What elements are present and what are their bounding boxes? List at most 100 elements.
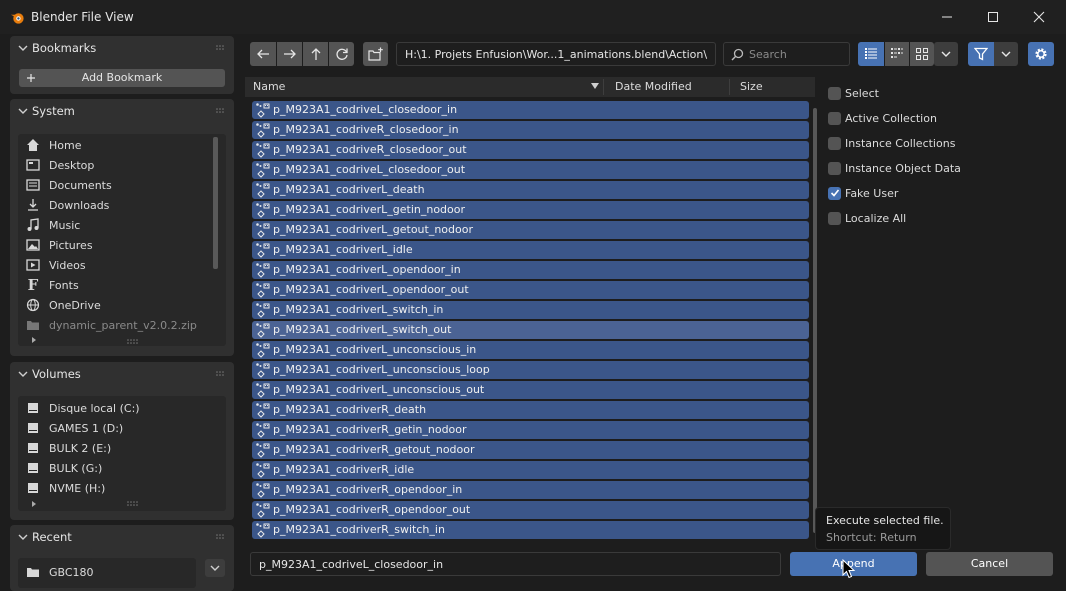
file-row[interactable]: p_M923A1_codriveR_closedoor_in — [252, 121, 809, 139]
checkbox[interactable] — [828, 161, 841, 175]
checkbox[interactable] — [828, 86, 841, 100]
column-date-header[interactable]: Date Modified — [615, 80, 692, 93]
directory-path-input[interactable]: H:\1. Projets Enfusion\Wor...1_animation… — [396, 42, 716, 66]
system-item-home[interactable]: Home — [18, 135, 208, 155]
file-row[interactable]: p_M923A1_codriverL_getout_nodoor — [252, 221, 809, 239]
volume-item-g[interactable]: BULK (G:) — [18, 458, 208, 478]
file-row[interactable]: p_M923A1_codriverL_switch_in — [252, 301, 809, 319]
file-row[interactable]: p_M923A1_codriverR_getin_nodoor — [252, 421, 809, 439]
system-item-documents[interactable]: Documents — [18, 175, 208, 195]
system-item-downloads[interactable]: Downloads — [18, 195, 208, 215]
checkbox[interactable] — [828, 136, 841, 150]
file-name: p_M923A1_codriverL_switch_out — [273, 323, 452, 336]
file-row[interactable]: p_M923A1_codriveL_closedoor_out — [252, 161, 809, 179]
bookmarks-header[interactable]: Bookmarks — [10, 36, 234, 60]
resize-grip-icon[interactable] — [127, 501, 139, 507]
maximize-button[interactable] — [970, 4, 1016, 30]
system-item-fonts[interactable]: F Fonts — [18, 275, 208, 295]
refresh-button[interactable] — [329, 42, 354, 66]
volumes-header[interactable]: Volumes — [10, 362, 234, 386]
drag-grip-icon[interactable] — [216, 534, 226, 540]
system-scrollbar[interactable] — [213, 137, 218, 269]
file-row[interactable]: p_M923A1_codriverL_unconscious_out — [252, 381, 809, 399]
file-row[interactable]: p_M923A1_codriverL_opendoor_in — [252, 261, 809, 279]
drag-grip-icon[interactable] — [216, 108, 226, 114]
column-size-header[interactable]: Size — [740, 80, 763, 93]
expand-arrow-icon[interactable] — [30, 336, 38, 344]
action-icon — [256, 463, 270, 478]
file-row[interactable]: p_M923A1_codriverL_death — [252, 181, 809, 199]
desktop-icon — [25, 157, 41, 173]
resize-grip-icon[interactable] — [127, 339, 139, 345]
option-select[interactable]: Select — [828, 84, 879, 102]
system-item-pictures[interactable]: Pictures — [18, 235, 208, 255]
option-instance-collections[interactable]: Instance Collections — [828, 134, 955, 152]
minimize-button[interactable] — [924, 4, 970, 30]
disk-icon — [25, 400, 41, 416]
option-fake-user[interactable]: Fake User — [828, 184, 898, 202]
add-bookmark-button[interactable]: Add Bookmark — [19, 69, 225, 87]
recent-header[interactable]: Recent — [10, 525, 234, 549]
file-row[interactable]: p_M923A1_codriverL_opendoor_out — [252, 281, 809, 299]
drag-grip-icon[interactable] — [216, 371, 226, 377]
file-row[interactable]: p_M923A1_codriverR_switch_in — [252, 521, 809, 539]
new-directory-button[interactable] — [363, 42, 388, 66]
volume-item-h[interactable]: NVME (H:) — [18, 478, 208, 498]
system-item-onedrive[interactable]: OneDrive — [18, 295, 208, 315]
display-settings-dropdown[interactable] — [934, 42, 958, 66]
file-row[interactable]: p_M923A1_codriverL_getin_nodoor — [252, 201, 809, 219]
volume-item-e[interactable]: BULK 2 (E:) — [18, 438, 208, 458]
option-instance-object-data[interactable]: Instance Object Data — [828, 159, 961, 177]
settings-button[interactable] — [1028, 42, 1054, 66]
system-item-zip[interactable]: dynamic_parent_v2.0.2.zip — [18, 315, 208, 335]
search-input[interactable]: Search — [723, 42, 850, 66]
option-label: Select — [845, 86, 879, 100]
filter-dropdown[interactable] — [994, 42, 1018, 66]
file-row[interactable]: p_M923A1_codriverR_opendoor_in — [252, 481, 809, 499]
vertical-list-button[interactable] — [858, 42, 884, 66]
vertical-list-icon — [865, 48, 877, 59]
option-active-collection[interactable]: Active Collection — [828, 109, 937, 127]
column-separator[interactable] — [729, 79, 730, 95]
expand-arrow-icon[interactable] — [30, 500, 38, 508]
column-name-header[interactable]: Name — [253, 80, 285, 93]
filter-toggle-button[interactable] — [968, 42, 994, 66]
option-label: Fake User — [845, 186, 899, 200]
system-item-desktop[interactable]: Desktop — [18, 155, 208, 175]
volume-item-d[interactable]: GAMES 1 (D:) — [18, 418, 208, 438]
cancel-button[interactable]: Cancel — [926, 552, 1053, 576]
file-row[interactable]: p_M923A1_codriverR_death — [252, 401, 809, 419]
horizontal-list-button[interactable] — [885, 42, 909, 66]
file-row[interactable]: p_M923A1_codriveL_closedoor_in — [252, 101, 809, 119]
close-button[interactable] — [1016, 4, 1062, 30]
chevron-down-icon — [941, 51, 951, 57]
recent-dropdown-button[interactable] — [205, 559, 225, 577]
file-row[interactable]: p_M923A1_codriverR_getout_nodoor — [252, 441, 809, 459]
checkbox[interactable] — [828, 211, 841, 225]
volume-item-c[interactable]: Disque local (C:) — [18, 398, 208, 418]
action-icon — [256, 143, 270, 158]
column-separator[interactable] — [603, 79, 604, 95]
file-row[interactable]: p_M923A1_codriverL_unconscious_in — [252, 341, 809, 359]
checkbox-checked[interactable] — [828, 186, 841, 200]
forward-button[interactable] — [277, 42, 302, 66]
parent-directory-button[interactable] — [303, 42, 328, 66]
file-row[interactable]: p_M923A1_codriveR_closedoor_out — [252, 141, 809, 159]
drag-grip-icon[interactable] — [216, 45, 226, 51]
back-button[interactable] — [250, 42, 276, 66]
file-row[interactable]: p_M923A1_codriverL_idle — [252, 241, 809, 259]
checkbox[interactable] — [828, 111, 841, 125]
filename-input[interactable]: p_M923A1_codriveL_closedoor_in — [250, 552, 781, 576]
system-item-music[interactable]: Music — [18, 215, 208, 235]
system-item-videos[interactable]: Videos — [18, 255, 208, 275]
file-row[interactable]: p_M923A1_codriverR_opendoor_out — [252, 501, 809, 519]
file-list-scrollbar[interactable] — [813, 108, 817, 533]
option-localize-all[interactable]: Localize All — [828, 209, 906, 227]
system-header[interactable]: System — [10, 99, 234, 123]
thumbnails-button[interactable] — [910, 42, 934, 66]
file-row[interactable]: p_M923A1_codriverL_unconscious_loop — [252, 361, 809, 379]
recent-item[interactable]: GBC180 — [18, 562, 208, 582]
file-row[interactable]: p_M923A1_codriverL_switch_out — [252, 321, 809, 339]
file-row[interactable]: p_M923A1_codriverR_idle — [252, 461, 809, 479]
sort-arrow-icon[interactable] — [591, 82, 599, 90]
